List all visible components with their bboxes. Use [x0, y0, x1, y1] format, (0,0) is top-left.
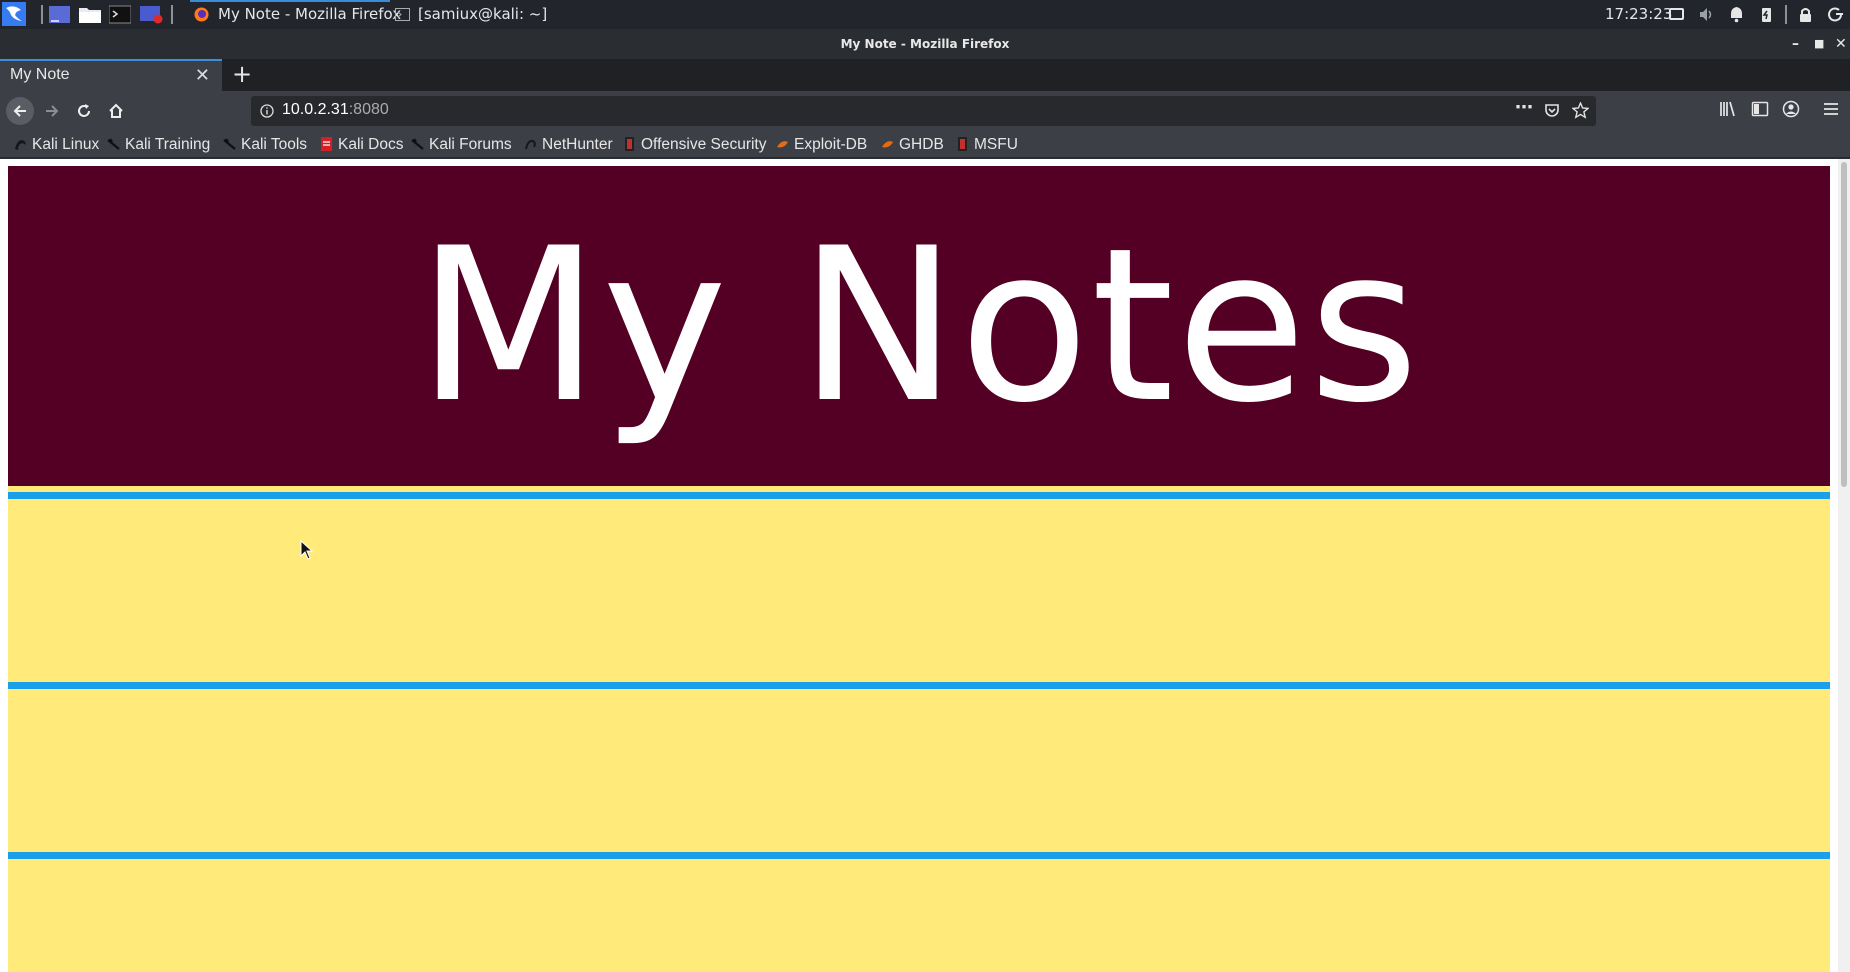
screen-recorder-icon[interactable]: [140, 5, 163, 24]
bookmark-label: Offensive Security: [641, 136, 767, 153]
bookmark-star-icon[interactable]: [1572, 102, 1589, 119]
bookmark-label: GHDB: [899, 136, 944, 153]
window-title: My Note - Mozilla Firefox: [840, 37, 1010, 51]
offsec-icon: [625, 137, 634, 151]
taskbar-app-firefox[interactable]: My Note - Mozilla Firefox: [190, 0, 401, 29]
navigation-toolbar: 10.0.2.31:8080 ⋯: [0, 91, 1850, 131]
clock[interactable]: 17:23:23: [1605, 0, 1672, 29]
lock-screen-icon[interactable]: [1797, 6, 1814, 23]
show-desktop-icon[interactable]: [49, 5, 70, 24]
bookmark-kali-training[interactable]: Kali Training: [107, 134, 210, 156]
banner-title: My Notes: [416, 202, 1422, 449]
bookmark-kali-docs[interactable]: Kali Docs: [320, 134, 403, 156]
bookmark-msfu[interactable]: MSFU: [956, 134, 1018, 156]
library-icon[interactable]: [1719, 100, 1737, 118]
reload-icon: [78, 104, 90, 117]
taskbar-app-label: My Note - Mozilla Firefox: [218, 5, 402, 23]
reload-button[interactable]: [70, 97, 98, 125]
offsec-icon: [958, 137, 967, 151]
kali-dragon-icon: [223, 138, 236, 150]
file-manager-icon[interactable]: [79, 5, 101, 24]
tab-my-note[interactable]: My Note ✕: [0, 59, 222, 91]
home-icon: [109, 103, 123, 118]
hamburger-menu-icon[interactable]: [1822, 100, 1840, 118]
bookmark-label: Kali Linux: [32, 136, 100, 153]
mouse-cursor-icon: [300, 540, 314, 560]
sidebar-icon[interactable]: [1751, 100, 1769, 118]
desktop-taskbar: My Note - Mozilla Firefox [samiux@kali: …: [0, 0, 1850, 29]
url-bar[interactable]: 10.0.2.31:8080 ⋯: [251, 96, 1596, 126]
tab-strip: My Note ✕ +: [0, 59, 1850, 91]
taskbar-separator: [171, 5, 173, 24]
page-scrollbar[interactable]: [1838, 159, 1850, 972]
url-text: 10.0.2.31:8080: [282, 101, 389, 119]
logout-icon[interactable]: [1827, 6, 1844, 23]
bookmark-label: MSFU: [974, 136, 1018, 153]
back-arrow-icon: [13, 105, 26, 117]
bookmarks-toolbar: Kali Linux Kali Training Kali Tools Kali…: [0, 131, 1850, 158]
kali-dragon-icon: [15, 140, 26, 150]
notepad-rule-line: [8, 852, 1830, 859]
url-host: 10.0.2.31: [282, 101, 349, 118]
notepad-rule-line: [8, 492, 1830, 499]
forward-button[interactable]: [38, 97, 66, 125]
taskbar-app-label: [samiux@kali: ~]: [418, 5, 548, 23]
kali-menu-icon[interactable]: [2, 2, 26, 26]
terminal-icon: [395, 8, 410, 21]
volume-icon[interactable]: [1698, 6, 1715, 23]
home-button[interactable]: [102, 97, 130, 125]
bookmark-label: Kali Docs: [338, 136, 404, 153]
firefox-icon: [194, 7, 209, 22]
taskbar-separator: [1785, 5, 1787, 24]
kali-dragon-icon: [411, 138, 424, 150]
site-info-icon[interactable]: [260, 104, 274, 118]
new-tab-icon[interactable]: +: [232, 59, 252, 91]
forward-arrow-icon: [46, 105, 59, 117]
bookmark-nethunter[interactable]: NetHunter: [524, 134, 613, 156]
bookmark-label: NetHunter: [542, 136, 613, 153]
scrollbar-thumb[interactable]: [1841, 162, 1847, 487]
taskbar-separator: [41, 5, 43, 24]
nethunter-icon: [525, 139, 536, 150]
power-manager-icon[interactable]: [1758, 6, 1775, 23]
taskbar-app-terminal[interactable]: [samiux@kali: ~]: [393, 0, 547, 29]
bookmark-label: Kali Training: [125, 136, 211, 153]
maximize-icon[interactable]: ■: [1814, 29, 1824, 59]
bookmark-label: Exploit-DB: [794, 136, 868, 153]
header-banner: My Notes: [8, 166, 1830, 486]
bookmark-exploit-db[interactable]: Exploit-DB: [776, 134, 867, 156]
page-actions-icon[interactable]: ⋯: [1515, 97, 1533, 118]
minimize-icon[interactable]: –: [1792, 29, 1799, 59]
page-viewport[interactable]: My Notes: [0, 159, 1850, 972]
window-title-bar: My Note - Mozilla Firefox – ■ ✕: [0, 29, 1850, 59]
pocket-icon[interactable]: [1544, 103, 1560, 119]
account-icon[interactable]: [1782, 100, 1800, 118]
bookmark-kali-tools[interactable]: Kali Tools: [223, 134, 307, 156]
bookmark-label: Kali Tools: [241, 136, 308, 153]
close-tab-icon[interactable]: ✕: [195, 65, 210, 86]
bookmark-label: Kali Forums: [429, 136, 512, 153]
bookmark-kali-forums[interactable]: Kali Forums: [411, 134, 512, 156]
notepad-paper[interactable]: [8, 486, 1830, 972]
exploitdb-icon: [777, 141, 788, 148]
terminal-launcher-icon[interactable]: [109, 5, 131, 24]
back-button[interactable]: [6, 97, 34, 125]
bookmark-ghdb[interactable]: GHDB: [881, 134, 944, 156]
notepad-rule-line: [8, 682, 1830, 689]
ghdb-icon: [882, 141, 893, 148]
kali-docs-icon: [321, 137, 332, 151]
close-window-icon[interactable]: ✕: [1835, 29, 1847, 59]
bookmark-kali-linux[interactable]: Kali Linux: [14, 134, 99, 156]
tab-title: My Note: [10, 66, 70, 83]
bookmark-offensive-security[interactable]: Offensive Security: [623, 134, 767, 156]
display-icon[interactable]: [1668, 6, 1685, 23]
kali-dragon-icon: [107, 138, 120, 150]
url-port: :8080: [348, 101, 389, 118]
notifications-icon[interactable]: [1728, 6, 1745, 23]
